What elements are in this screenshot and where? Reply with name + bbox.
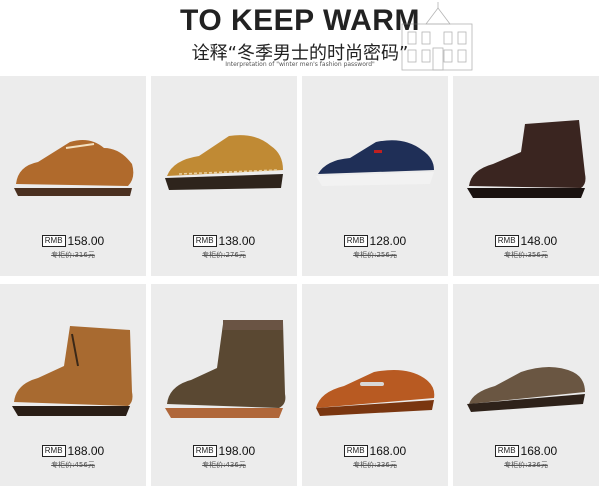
shoe-image xyxy=(467,367,585,412)
original-price: 专柜价:436元 xyxy=(202,461,246,469)
header: TO KEEP WARM 诠释“冬季男士的时尚密码” Interpretatio… xyxy=(0,0,600,76)
shoe-image xyxy=(165,320,286,418)
original-price: 专柜价:316元 xyxy=(51,251,95,259)
product-card[interactable]: RMB 188.00 专柜价:456元 xyxy=(0,284,146,486)
shoe-image xyxy=(12,326,133,416)
shoe-image xyxy=(316,370,435,416)
sale-price: 158.00 xyxy=(67,234,105,248)
product-card[interactable]: RMB 148.00 专柜价:356元 xyxy=(453,76,599,276)
currency-badge: RMB xyxy=(41,445,66,457)
product-card[interactable]: RMB 158.00 专柜价:316元 xyxy=(0,76,146,276)
currency-badge: RMB xyxy=(41,235,66,247)
original-price: 专柜价:356元 xyxy=(504,251,548,259)
product-card[interactable]: RMB 168.00 专柜价:336元 xyxy=(453,284,599,486)
product-card[interactable]: RMB 138.00 专柜价:276元 xyxy=(151,76,297,276)
shoe-image xyxy=(14,140,134,196)
product-card[interactable]: RMB 168.00 专柜价:336元 xyxy=(302,284,448,486)
page-title: TO KEEP WARM xyxy=(180,4,420,37)
shoe-image xyxy=(165,135,283,190)
currency-badge: RMB xyxy=(192,445,217,457)
original-price: 专柜价:336元 xyxy=(504,461,548,469)
shoe-image xyxy=(316,140,434,186)
currency-badge: RMB xyxy=(343,235,368,247)
currency-badge: RMB xyxy=(192,235,217,247)
currency-badge: RMB xyxy=(343,445,368,457)
original-price: 专柜价:336元 xyxy=(353,461,397,469)
page-tagline: Interpretation of "winter men's fashion … xyxy=(225,61,375,68)
sale-price: 198.00 xyxy=(218,444,256,458)
original-price: 专柜价:456元 xyxy=(51,461,95,469)
shoe-image xyxy=(467,120,586,198)
original-price: 专柜价:276元 xyxy=(202,251,246,259)
sale-price: 168.00 xyxy=(520,444,558,458)
sale-price: 168.00 xyxy=(369,444,407,458)
currency-badge: RMB xyxy=(494,445,519,457)
product-card[interactable]: RMB 198.00 专柜价:436元 xyxy=(151,284,297,486)
sale-price: 148.00 xyxy=(520,234,558,248)
sale-price: 138.00 xyxy=(218,234,256,248)
original-price: 专柜价:256元 xyxy=(353,251,397,259)
currency-badge: RMB xyxy=(494,235,519,247)
product-card[interactable]: RMB 128.00 专柜价:256元 xyxy=(302,76,448,276)
sale-price: 128.00 xyxy=(369,234,407,248)
sale-price: 188.00 xyxy=(67,444,105,458)
